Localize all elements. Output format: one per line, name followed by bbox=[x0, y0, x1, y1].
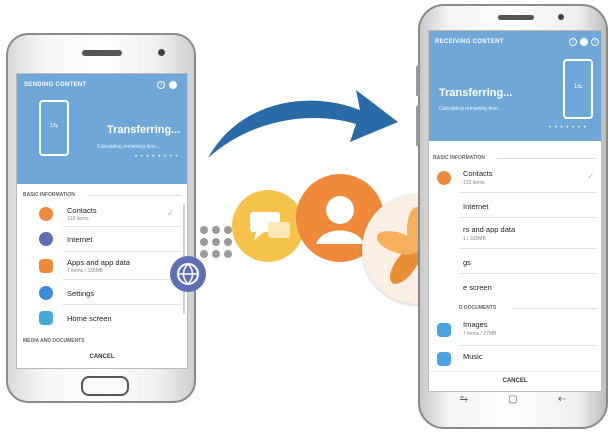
transfer-substatus: Calculating remaining time... bbox=[97, 144, 161, 150]
contacts-icon bbox=[437, 171, 451, 185]
target-device-icon: 1⇆ bbox=[563, 59, 593, 119]
row-divider bbox=[459, 345, 597, 346]
navigation-bar: ⥱ ▢ ⇠ bbox=[420, 390, 606, 414]
item-label: Internet bbox=[67, 235, 93, 244]
item-label: Internet bbox=[463, 202, 489, 211]
header-title: RECEIVING CONTENT bbox=[435, 39, 504, 45]
list-item-internet[interactable]: Internet bbox=[17, 229, 187, 251]
list-item-contacts[interactable]: Contacts 133 items ✓ bbox=[17, 202, 187, 226]
row-divider bbox=[63, 304, 181, 305]
volume-button[interactable] bbox=[416, 66, 419, 96]
internet-globe-icon bbox=[170, 256, 206, 292]
transfer-status: Transferring... bbox=[439, 87, 513, 99]
checkmark-icon: ✓ bbox=[167, 208, 175, 218]
cancel-button[interactable]: CANCEL bbox=[17, 354, 187, 360]
item-label: Music bbox=[463, 352, 483, 361]
section-media: D DOCUMENTS bbox=[459, 305, 497, 311]
device-label: 1⇆ bbox=[573, 84, 583, 90]
item-sub: 7 items / 27MB bbox=[463, 331, 497, 337]
section-media: MEDIA AND DOCUMENTS bbox=[23, 338, 85, 344]
messages-icon bbox=[232, 190, 304, 262]
section-basic-info: BASIC INFORMATION bbox=[23, 192, 75, 198]
settings-icon bbox=[39, 286, 53, 300]
item-label: Settings bbox=[67, 289, 95, 298]
item-sub: 7 items / 335MB bbox=[67, 268, 104, 274]
item-label: Apps and app data bbox=[67, 258, 130, 267]
item-label: Images bbox=[463, 320, 488, 329]
cancel-button[interactable]: CANCEL bbox=[429, 378, 601, 384]
section-rule bbox=[497, 158, 597, 159]
row-divider bbox=[459, 217, 597, 218]
sending-screen: SENDING CONTENT i ⋮ 1⇆ Transferring... C… bbox=[16, 73, 188, 369]
header-title: SENDING CONTENT bbox=[24, 82, 87, 88]
sending-phone: SENDING CONTENT i ⋮ 1⇆ Transferring... C… bbox=[6, 33, 196, 403]
section-rule bbox=[513, 308, 597, 309]
front-camera bbox=[158, 49, 165, 56]
item-label: Contacts bbox=[463, 169, 493, 178]
item-label: rs and app data bbox=[463, 225, 516, 234]
row-divider bbox=[63, 279, 181, 280]
row-divider bbox=[63, 226, 181, 227]
row-divider bbox=[63, 251, 181, 252]
contacts-icon bbox=[39, 207, 53, 221]
progress-dots: • • • • • • • bbox=[549, 125, 587, 131]
list-item-music[interactable]: Music bbox=[429, 349, 601, 371]
list-item-apps[interactable]: Apps and app data 7 items / 335MB bbox=[17, 254, 187, 278]
checkmark-icon: ✓ bbox=[587, 171, 595, 181]
speaker-grille bbox=[498, 15, 534, 20]
recent-apps-icon[interactable]: ⥱ bbox=[460, 394, 468, 405]
section-basic-info: BASIC INFORMATION bbox=[433, 155, 485, 161]
info-icon[interactable]: i bbox=[157, 81, 165, 89]
item-label: e screen bbox=[463, 283, 492, 292]
back-icon[interactable]: ⇠ bbox=[558, 394, 566, 405]
status-icon: i bbox=[591, 38, 599, 46]
menu-icon[interactable]: ⋮ bbox=[169, 81, 177, 89]
item-sub: 133 items bbox=[463, 180, 485, 186]
transfer-status: Transferring... bbox=[107, 124, 181, 136]
receiving-screen: RECEIVING CONTENT i ⋮ i 1⇆ Transferring.… bbox=[428, 30, 602, 392]
receiving-header: RECEIVING CONTENT i ⋮ i 1⇆ Transferring.… bbox=[429, 31, 601, 141]
list-item-internet[interactable]: Internet bbox=[429, 195, 601, 217]
list-item-images[interactable]: Images 7 items / 27MB bbox=[429, 315, 601, 343]
list-item-settings[interactable]: Settings bbox=[17, 282, 187, 304]
row-divider bbox=[459, 273, 597, 274]
progress-dots: • • • • • • • • bbox=[135, 154, 179, 160]
item-sub: 133 items bbox=[67, 216, 89, 222]
sending-header: SENDING CONTENT i ⋮ 1⇆ Transferring... C… bbox=[17, 74, 187, 184]
internet-icon bbox=[39, 232, 53, 246]
menu-icon[interactable]: ⋮ bbox=[580, 38, 588, 46]
item-sub: 1 / 335MB bbox=[463, 236, 486, 242]
transfer-arrow-icon bbox=[208, 90, 398, 158]
home-icon[interactable]: ▢ bbox=[508, 394, 517, 405]
device-label: 1⇆ bbox=[49, 123, 59, 129]
source-device-icon: 1⇆ bbox=[39, 100, 69, 156]
images-icon bbox=[437, 323, 451, 337]
list-item-settings[interactable]: gs bbox=[429, 251, 601, 273]
item-label: Home screen bbox=[67, 314, 112, 323]
bottom-bar: CANCEL bbox=[429, 371, 601, 391]
speaker-grille bbox=[82, 50, 122, 56]
list-item-contacts[interactable]: Contacts 133 items ✓ bbox=[429, 165, 601, 191]
item-label: Contacts bbox=[67, 206, 97, 215]
transfer-substatus: Calculating remaining time... bbox=[439, 106, 503, 112]
home-screen-icon bbox=[39, 311, 53, 325]
list-item-home-screen[interactable]: e screen bbox=[429, 276, 601, 298]
info-icon[interactable]: i bbox=[569, 38, 577, 46]
apps-icon bbox=[39, 259, 53, 273]
home-button[interactable] bbox=[81, 376, 129, 396]
bixby-button[interactable] bbox=[416, 106, 419, 146]
row-divider bbox=[459, 248, 597, 249]
list-item-home-screen[interactable]: Home screen bbox=[17, 307, 187, 329]
list-item-apps[interactable]: rs and app data 1 / 335MB bbox=[429, 221, 601, 247]
receiving-phone: RECEIVING CONTENT i ⋮ i 1⇆ Transferring.… bbox=[416, 4, 608, 429]
row-divider bbox=[459, 192, 597, 193]
music-icon bbox=[437, 352, 451, 366]
item-label: gs bbox=[463, 258, 471, 267]
section-rule bbox=[87, 195, 181, 196]
front-camera bbox=[558, 14, 564, 20]
